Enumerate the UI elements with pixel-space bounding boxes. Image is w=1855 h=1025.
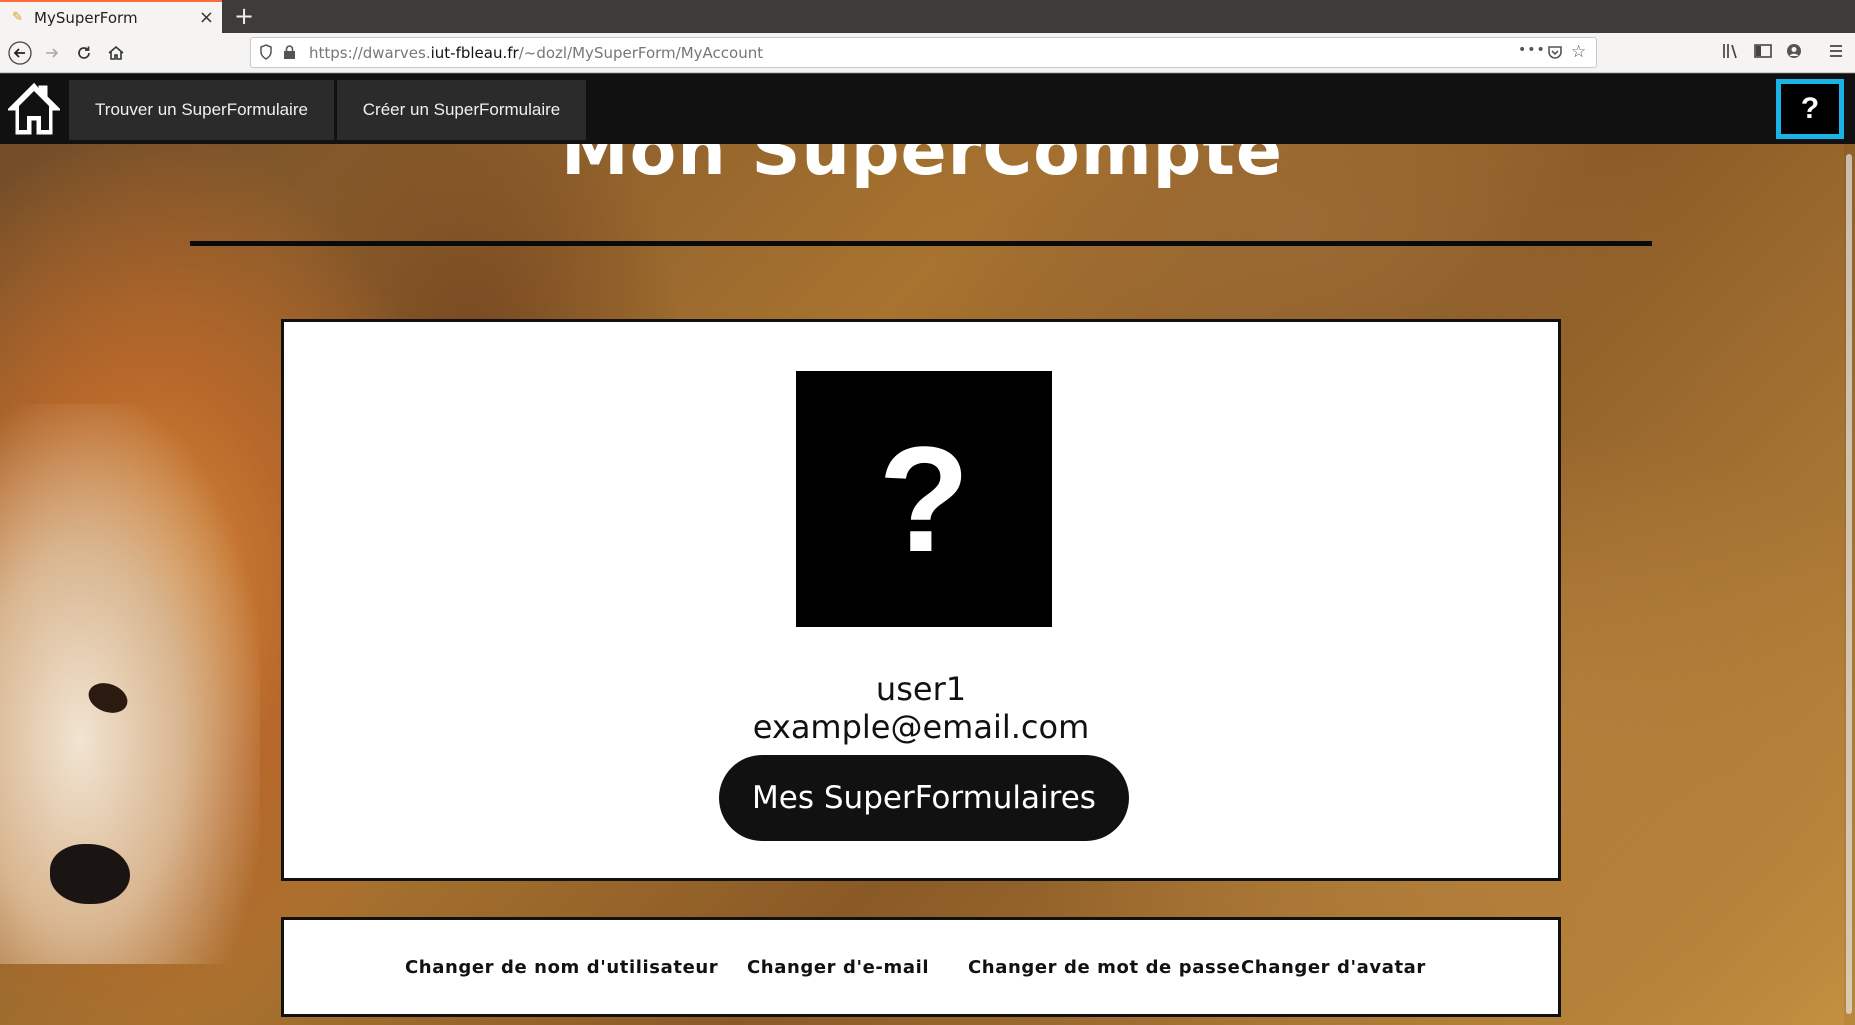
favicon-icon: ✎ — [12, 9, 23, 25]
email-text: example@email.com — [752, 708, 1090, 746]
browser-tab[interactable]: ✎ MySuperForm × — [0, 0, 222, 33]
url-domain: iut-fbleau.fr — [430, 43, 519, 62]
nav-find-form-link[interactable]: Trouver un SuperFormulaire — [69, 80, 334, 140]
home-icon — [108, 45, 124, 60]
url-text: https://dwarves.iut-fbleau.fr/~dozl/MySu… — [309, 44, 763, 62]
page-viewport: Mon SuperCompte Trouver un SuperFormulai… — [0, 74, 1855, 1025]
address-bar[interactable]: https://dwarves.iut-fbleau.fr/~dozl/MySu… — [250, 37, 1597, 68]
close-tab-icon[interactable]: × — [199, 7, 214, 28]
reload-icon — [78, 46, 90, 59]
account-settings-bar: Changer de nom d'utilisateur Changer d'e… — [281, 917, 1561, 1017]
sidebar-icon[interactable] — [1754, 43, 1772, 63]
account-icon[interactable] — [1786, 43, 1802, 63]
page-scrollbar[interactable] — [1844, 144, 1855, 1025]
bookmark-star-icon[interactable]: ☆ — [1571, 42, 1586, 62]
back-arrow-icon — [8, 41, 32, 65]
avatar: ? — [796, 371, 1052, 627]
title-divider — [190, 241, 1652, 246]
home-icon — [6, 82, 62, 135]
site-navbar: Trouver un SuperFormulaire Créer un Supe… — [0, 74, 1855, 144]
change-email-link[interactable]: Changer d'e-mail — [747, 957, 929, 978]
home-button[interactable] — [6, 82, 62, 136]
username-text: user1 — [875, 670, 967, 708]
nav-create-form-link[interactable]: Créer un SuperFormulaire — [337, 80, 586, 140]
library-icon[interactable] — [1722, 43, 1740, 63]
forward-arrow-icon — [46, 48, 59, 58]
url-prefix: https://dwarves. — [309, 43, 431, 62]
home-toolbar-button[interactable] — [102, 39, 130, 67]
background-fox-image — [0, 404, 260, 964]
url-path: /~dozl/MySuperForm/MyAccount — [518, 43, 764, 62]
reload-button[interactable] — [70, 39, 98, 67]
forward-button[interactable] — [38, 39, 66, 67]
background-fox-nose — [50, 844, 130, 904]
pocket-icon[interactable] — [1547, 44, 1563, 64]
my-forms-button[interactable]: Mes SuperFormulaires — [719, 755, 1129, 841]
menu-icon[interactable] — [1828, 43, 1844, 63]
browser-tab-bar: ✎ MySuperForm × + — [0, 0, 1855, 33]
scrollbar-thumb[interactable] — [1846, 154, 1852, 1014]
back-button[interactable] — [6, 39, 34, 67]
change-avatar-link[interactable]: Changer d'avatar — [1241, 957, 1426, 978]
help-button[interactable]: ? — [1776, 79, 1844, 139]
page-actions-icon[interactable]: ••• — [1518, 42, 1546, 58]
profile-card: ? user1 example@email.com Mes SuperFormu… — [281, 319, 1561, 881]
lock-icon[interactable] — [283, 44, 296, 64]
change-username-link[interactable]: Changer de nom d'utilisateur — [405, 957, 718, 978]
shield-icon[interactable] — [259, 44, 273, 64]
browser-toolbar: https://dwarves.iut-fbleau.fr/~dozl/MySu… — [0, 33, 1855, 73]
tab-title: MySuperForm — [34, 8, 138, 27]
change-password-link[interactable]: Changer de mot de passe — [968, 957, 1240, 978]
new-tab-button[interactable]: + — [230, 2, 258, 30]
